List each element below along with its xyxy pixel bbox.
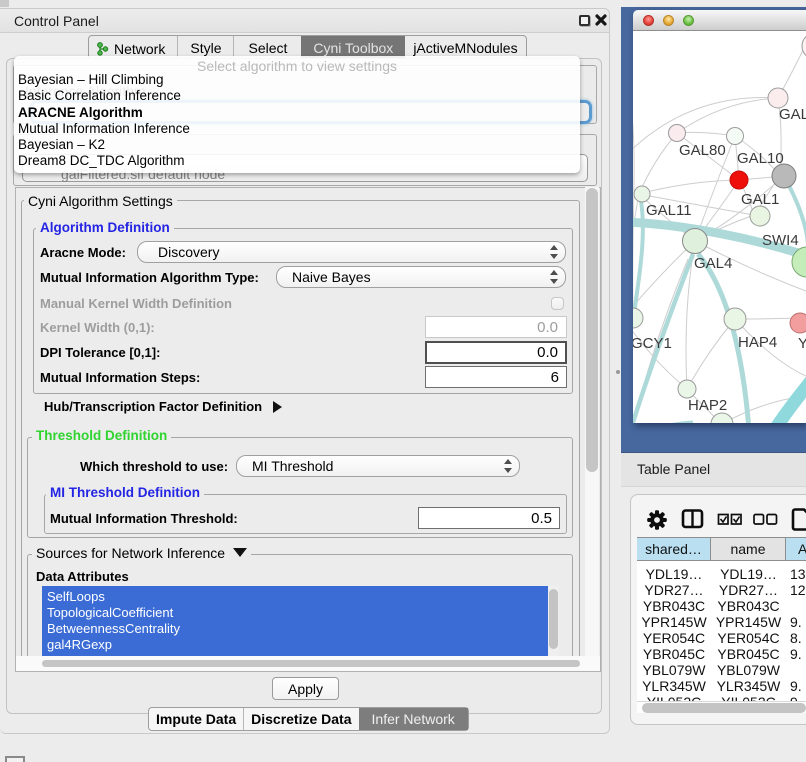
svg-text:GAL10: GAL10 <box>737 150 784 167</box>
svg-text:SWI4: SWI4 <box>762 232 799 249</box>
svg-text:HAP4: HAP4 <box>738 334 777 351</box>
svg-text:GAL1: GAL1 <box>741 191 779 208</box>
svg-text:GAL7: GAL7 <box>779 106 806 123</box>
svg-text:GAL4: GAL4 <box>694 255 732 272</box>
svg-text:GAL11: GAL11 <box>646 202 692 219</box>
svg-text:Y: Y <box>798 335 806 352</box>
svg-text:GAL80: GAL80 <box>679 142 726 159</box>
svg-text:HAP2: HAP2 <box>688 397 727 414</box>
svg-text:GCY1: GCY1 <box>633 335 672 352</box>
